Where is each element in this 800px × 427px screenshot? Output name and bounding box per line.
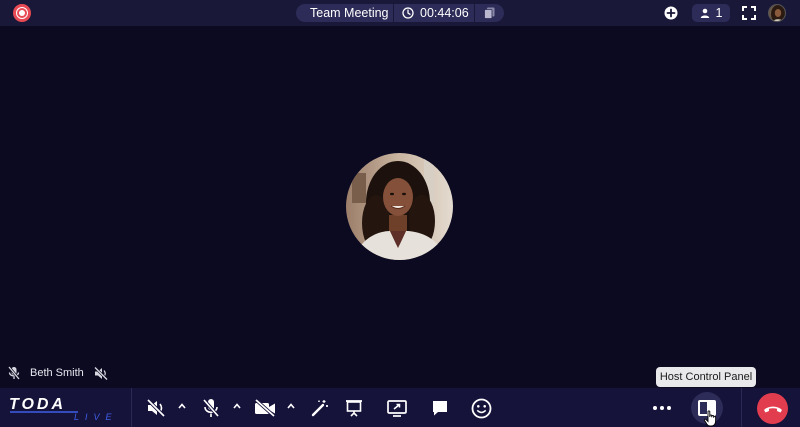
- person-icon: [700, 8, 709, 18]
- leave-meeting-button[interactable]: [757, 393, 788, 424]
- mic-options-caret[interactable]: [232, 401, 242, 411]
- participants-button[interactable]: 1: [692, 4, 730, 22]
- meeting-info-pill: Team Meeting 00:44:06: [296, 4, 504, 22]
- toda-live-logo: TODA LIVE: [9, 396, 118, 421]
- screen-share-icon: [387, 400, 407, 417]
- camera-toggle-button[interactable]: [254, 397, 276, 419]
- smiley-icon: [471, 398, 491, 418]
- speaker-options-caret[interactable]: [177, 401, 187, 411]
- fullscreen-button[interactable]: [742, 4, 756, 22]
- participant-name-tag: Beth Smith: [8, 365, 108, 381]
- toolbar-divider: [741, 388, 742, 427]
- camera-off-icon: [254, 399, 276, 417]
- more-options-button[interactable]: [651, 397, 673, 419]
- toolbar-divider: [131, 388, 132, 427]
- timer-value: 00:44:06: [420, 6, 469, 20]
- participant-photo: [346, 153, 453, 260]
- mic-muted-icon: [8, 366, 20, 380]
- chat-icon: [433, 401, 447, 416]
- bottom-toolbar: TODA LIVE: [0, 388, 800, 427]
- mic-toggle-button[interactable]: [200, 397, 222, 419]
- chat-button[interactable]: [429, 397, 451, 419]
- whiteboard-button[interactable]: [343, 397, 365, 419]
- top-bar: Team Meeting 00:44:06 1: [0, 0, 800, 26]
- record-button[interactable]: [13, 4, 31, 22]
- fullscreen-icon: [742, 6, 756, 20]
- copy-button[interactable]: [475, 7, 503, 19]
- record-icon: [16, 7, 28, 19]
- chevron-up-icon: [233, 403, 241, 409]
- user-avatar[interactable]: [768, 4, 786, 22]
- participant-count: 1: [715, 6, 723, 20]
- logo-top-text: TODA: [9, 396, 66, 413]
- magic-wand-icon: [311, 400, 328, 417]
- add-button[interactable]: [664, 4, 678, 22]
- participant-avatar: [346, 153, 453, 260]
- mic-muted-icon: [202, 398, 220, 418]
- clock-icon: [402, 7, 414, 19]
- meeting-timer: 00:44:06: [394, 6, 474, 20]
- speaker-toggle-button[interactable]: [145, 397, 167, 419]
- effects-button[interactable]: [309, 397, 331, 419]
- logo-bottom-text: LIVE: [74, 412, 118, 421]
- speaker-muted-icon: [93, 366, 108, 380]
- plus-icon: [664, 6, 678, 20]
- screen-share-button[interactable]: [386, 397, 408, 419]
- presentation-board-icon: [346, 400, 362, 417]
- copy-icon: [483, 7, 494, 19]
- camera-options-caret[interactable]: [286, 401, 296, 411]
- meeting-title: Team Meeting: [310, 6, 389, 20]
- speaker-muted-icon: [146, 399, 166, 417]
- chevron-up-icon: [287, 403, 295, 409]
- reactions-button[interactable]: [470, 397, 492, 419]
- host-control-panel-tooltip: Host Control Panel: [656, 367, 756, 387]
- more-icon: [653, 406, 671, 410]
- participant-name: Beth Smith: [30, 367, 84, 379]
- phone-hangup-icon: [763, 406, 782, 412]
- chevron-up-icon: [178, 403, 186, 409]
- user-avatar-image: [769, 5, 785, 21]
- hand-cursor-icon: [703, 410, 717, 427]
